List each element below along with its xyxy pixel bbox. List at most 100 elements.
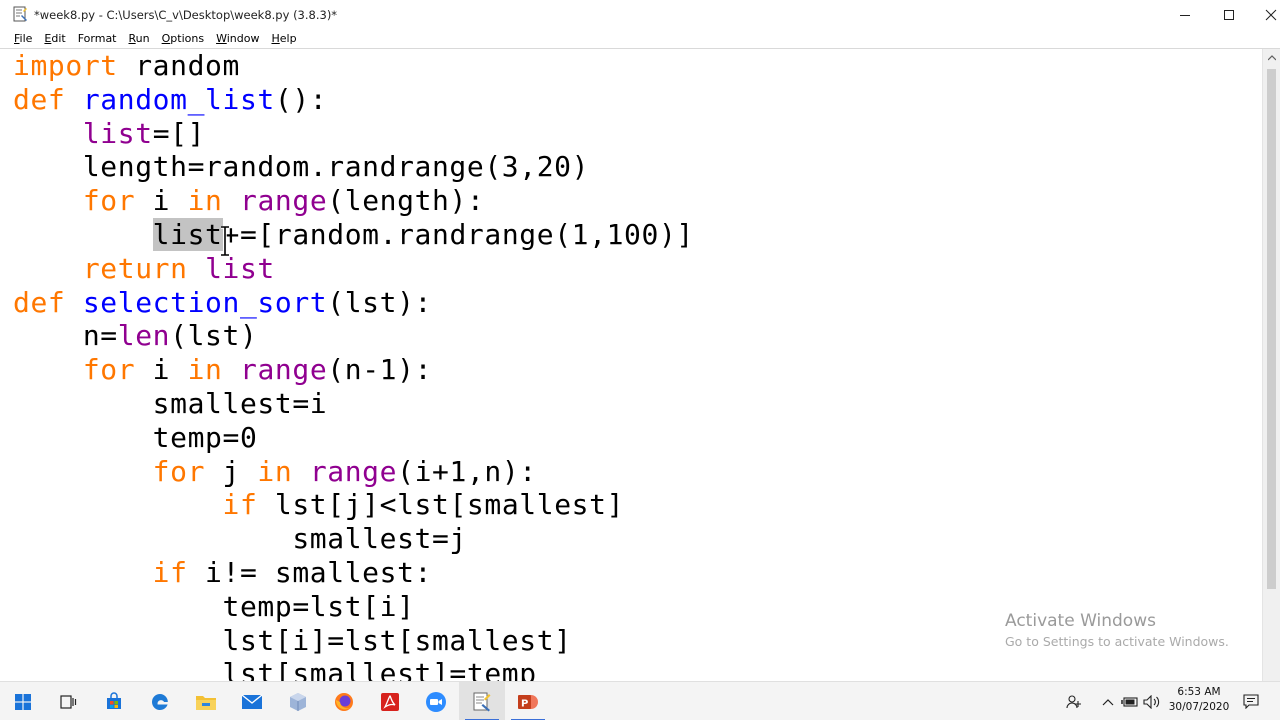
code-line[interactable]: smallest=j — [13, 522, 694, 556]
code-token: n= — [13, 319, 118, 353]
code-line[interactable]: list=[] — [13, 117, 694, 151]
code-text[interactable]: import random def random_list(): list=[] … — [13, 49, 694, 681]
code-line[interactable]: for j in range(i+1,n): — [13, 455, 694, 489]
watermark-title: Activate Windows — [1005, 611, 1156, 631]
code-token: random — [117, 49, 240, 82]
definition-token: selection_sort — [82, 285, 328, 319]
code-line[interactable]: if lst[j]<lst[smallest] — [13, 488, 694, 522]
builtin-token: list — [82, 116, 153, 150]
code-token: (lst) — [170, 319, 258, 353]
vertical-scrollbar[interactable] — [1262, 49, 1280, 681]
code-line[interactable]: temp=0 — [13, 421, 694, 455]
code-token: (n-1): — [327, 353, 433, 387]
code-line[interactable]: def selection_sort(lst): — [13, 286, 694, 320]
menu-item[interactable]: Edit — [38, 30, 71, 48]
code-line[interactable]: n=len(lst) — [13, 319, 694, 353]
code-line[interactable]: def random_list(): — [13, 83, 694, 117]
code-line[interactable]: return list — [13, 252, 694, 286]
taskbar: P 6:53 AM 30/07/2020 — [0, 681, 1280, 720]
keyword-token: if — [152, 555, 188, 589]
edge-button[interactable] — [137, 682, 183, 720]
system-clock[interactable]: 6:53 AM 30/07/2020 — [1166, 685, 1232, 715]
builtin-token: range — [309, 454, 398, 488]
python-idle-icon — [473, 692, 491, 711]
code-line[interactable]: temp=lst[i] — [13, 590, 694, 624]
box-app-icon — [290, 692, 306, 711]
chevron-up-icon — [1102, 698, 1114, 705]
notification-button[interactable] — [1238, 682, 1264, 720]
builtin-token: range — [239, 353, 328, 387]
people-button[interactable] — [1062, 682, 1086, 720]
menu-item[interactable]: Format — [72, 30, 123, 48]
code-token: (i+1,n): — [397, 454, 537, 488]
volume-button[interactable] — [1141, 682, 1163, 720]
menu-item[interactable]: Options — [156, 30, 210, 48]
code-line[interactable]: list+=[random.randrange(1,100)] — [13, 217, 694, 252]
keyword-token: def — [13, 82, 66, 116]
code-line[interactable]: import random — [13, 49, 694, 83]
code-line[interactable]: lst[smallest]=temp — [13, 657, 694, 681]
code-token: i!= smallest: — [187, 555, 432, 589]
menu-item[interactable]: File — [8, 30, 38, 48]
battery-button[interactable] — [1119, 682, 1141, 720]
code-editor[interactable]: import random def random_list(): list=[] … — [0, 49, 1262, 681]
menu-mnemonic: O — [161, 32, 171, 45]
code-line[interactable]: if i!= smallest: — [13, 556, 694, 590]
code-token: i — [135, 184, 188, 218]
acrobat-button[interactable] — [367, 682, 413, 720]
task-view-button[interactable] — [45, 682, 91, 720]
code-token: smallest=j — [13, 522, 467, 556]
code-line[interactable]: lst[i]=lst[smallest] — [13, 624, 694, 658]
scrollbar-thumb[interactable] — [1267, 69, 1276, 589]
keyword-token: if — [222, 488, 258, 522]
show-hidden-icons-button[interactable] — [1097, 682, 1119, 720]
menu-item[interactable]: Window — [210, 30, 265, 48]
mail-button[interactable] — [229, 682, 275, 720]
code-line[interactable]: for i in range(n-1): — [13, 353, 694, 387]
acrobat-icon — [381, 692, 399, 711]
menu-mnemonic: R — [128, 32, 136, 45]
menu-label: Format — [77, 32, 117, 45]
maximize-button[interactable] — [1206, 0, 1252, 30]
start-button[interactable] — [0, 682, 46, 720]
box-app-button[interactable] — [275, 682, 321, 720]
menu-mnemonic: W — [216, 32, 227, 45]
close-button[interactable] — [1248, 0, 1280, 30]
menu-label: un — [135, 32, 150, 45]
code-token: j — [205, 454, 258, 488]
task-view-icon — [60, 694, 77, 709]
code-token: smallest=i — [13, 386, 328, 420]
keyword-token: in — [257, 454, 293, 488]
code-line[interactable]: smallest=i — [13, 387, 694, 421]
store-button[interactable] — [91, 682, 137, 720]
powerpoint-button[interactable]: P — [505, 682, 551, 720]
minimize-button[interactable] — [1162, 0, 1208, 30]
zoom-button[interactable] — [413, 682, 459, 720]
scroll-up-button[interactable] — [1263, 49, 1280, 66]
code-token: (length): — [327, 184, 485, 218]
chevron-up-icon — [1267, 54, 1276, 60]
firefox-button[interactable] — [321, 682, 367, 720]
menu-bar: File Edit Format Run Options Window Help — [0, 30, 1280, 48]
code-token: i — [135, 353, 188, 387]
text-cursor-icon — [221, 226, 229, 256]
builtin-token: len — [117, 319, 171, 353]
code-line[interactable]: length=random.randrange(3,20) — [13, 150, 694, 184]
menu-item[interactable]: Help — [265, 30, 302, 48]
windows-start-icon — [15, 693, 31, 710]
code-token: (lst): — [327, 285, 432, 319]
idle-taskbar-button[interactable] — [459, 682, 505, 720]
code-token: temp=lst[i] — [13, 589, 415, 623]
menu-item[interactable]: Run — [123, 30, 156, 48]
file-explorer-button[interactable] — [183, 682, 229, 720]
code-line[interactable]: for i in range(length): — [13, 184, 694, 218]
